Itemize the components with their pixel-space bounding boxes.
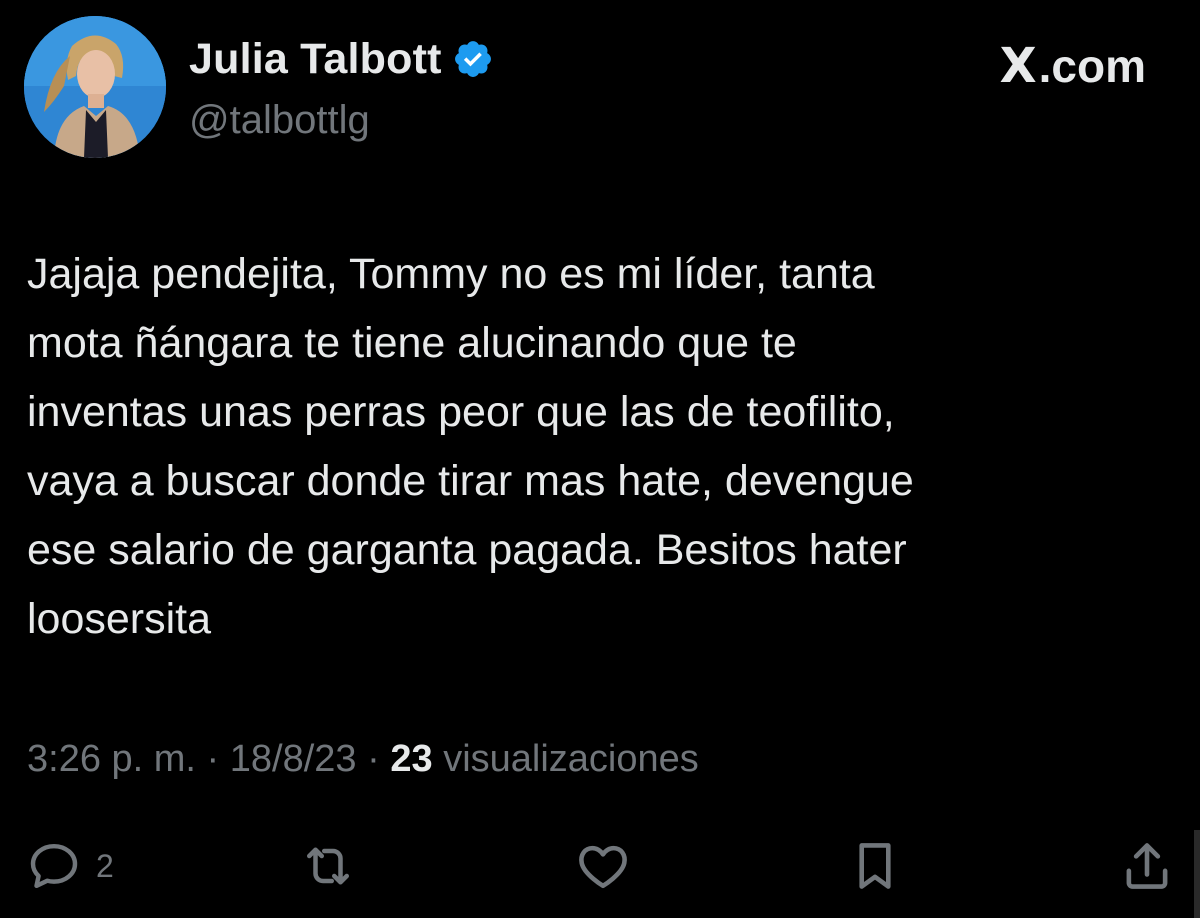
x-logo-icon: X	[999, 38, 1037, 94]
avatar[interactable]	[24, 16, 166, 158]
meta-separator: ·	[206, 738, 220, 780]
tweet-text-line: vaya a buscar donde tirar mas hate, deve…	[27, 457, 914, 505]
retweet-button[interactable]	[298, 836, 358, 896]
reply-button[interactable]: 2	[26, 836, 114, 896]
tweet-text-line: loosersita	[27, 595, 212, 643]
views-count[interactable]: 23	[390, 738, 432, 780]
meta-separator: ·	[367, 738, 380, 780]
like-icon	[574, 837, 632, 895]
tweet-text-line: ese salario de garganta pagada. Besitos …	[27, 526, 907, 574]
brand-domain: .com	[1038, 40, 1146, 92]
tweet-text: Jajaja pendejita, Tommy no es mi líder, …	[27, 240, 1157, 654]
author-handle[interactable]: @talbottlg	[189, 98, 494, 143]
like-button[interactable]	[574, 836, 632, 896]
x-brand-logo: X .com	[1000, 38, 1146, 94]
views-label[interactable]: visualizaciones	[443, 738, 699, 780]
tweet-meta: 3:26 p. m. · 18/8/23 · 23 visualizacione…	[27, 738, 699, 781]
reply-count: 2	[96, 847, 114, 884]
share-icon	[1118, 837, 1176, 895]
tweet-text-line: mota ñángara te tiene alucinando que te	[27, 319, 797, 367]
verified-badge-icon[interactable]	[452, 38, 494, 80]
tweet-header: Julia Talbott @talbottlg X .com	[24, 16, 1176, 166]
tweet-date[interactable]: 18/8/23	[230, 738, 357, 780]
tweet-text-line: inventas unas perras peor que las de teo…	[27, 388, 895, 436]
author-display-name[interactable]: Julia Talbott	[189, 35, 442, 84]
bookmark-icon	[846, 837, 904, 895]
action-bar: 2	[0, 836, 1200, 896]
avatar-image	[24, 16, 166, 158]
share-button[interactable]	[1118, 836, 1176, 896]
scrollbar[interactable]	[1194, 830, 1200, 918]
reply-icon	[26, 838, 82, 894]
bookmark-button[interactable]	[846, 836, 904, 896]
tweet-text-line: Jajaja pendejita, Tommy no es mi líder, …	[27, 250, 875, 298]
author-identity[interactable]: Julia Talbott @talbottlg	[189, 32, 494, 143]
retweet-icon	[298, 836, 358, 896]
tweet-time[interactable]: 3:26 p. m.	[27, 738, 196, 780]
